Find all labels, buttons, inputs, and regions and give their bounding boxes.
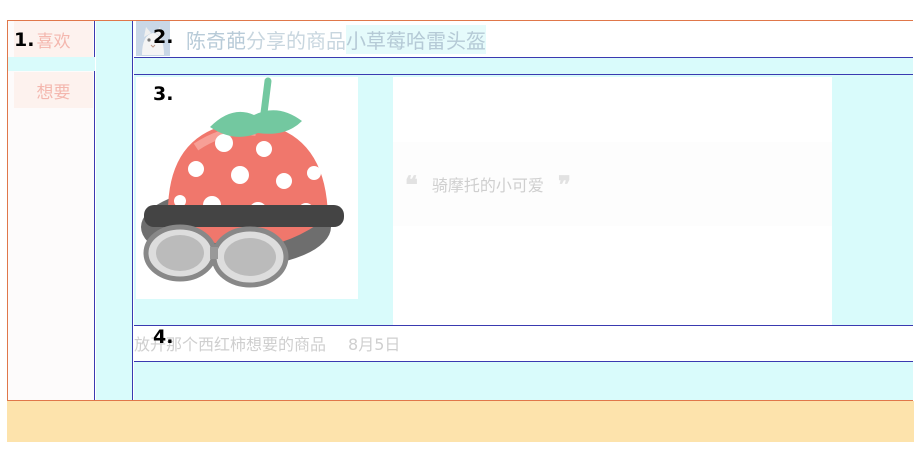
spacer-column [96,21,133,400]
share-title: 陈奇葩 分享的商品 小草莓哈雷头盔 [186,21,486,57]
meta-date: 8月5日 [348,335,401,354]
marker-2: 2. [153,26,174,48]
description-quote: ❝ 骑摩托的小可爱 ❞ [393,142,832,226]
want-button[interactable]: 想要 [14,72,93,108]
action-divider [8,57,95,71]
separator-band [134,58,913,75]
user-link[interactable]: 陈奇葩 [186,25,246,54]
description-text: 骑摩托的小可爱 [431,176,544,195]
shared-label: 分享的商品 [246,28,346,53]
meta-info: 放开那个西红柿想要的商品 8月5日 [134,331,400,355]
footer-bar [7,401,914,442]
quote-open-icon: ❝ [405,169,418,199]
marker-3: 3. [153,83,174,105]
quote-close-icon: ❞ [557,169,571,199]
marker-1: 1. [14,29,35,51]
marker-4: 4. [153,326,174,348]
strawberry-helmet-image[interactable] [136,77,358,299]
bottom-band [134,363,913,400]
product-link[interactable]: 小草莓哈雷头盔 [346,24,486,54]
